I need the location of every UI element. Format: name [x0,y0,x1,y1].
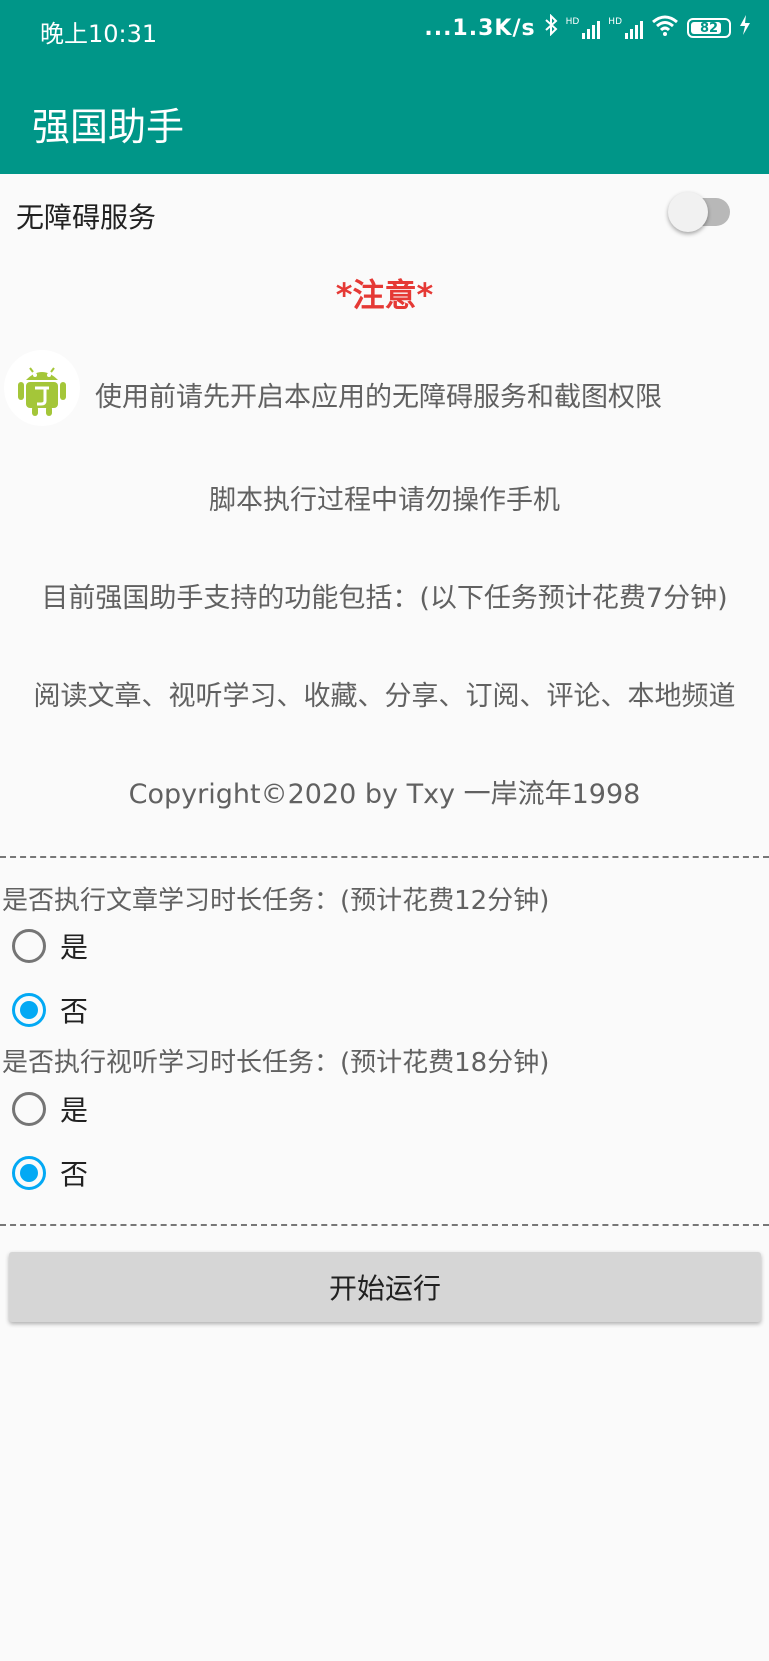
radio-button[interactable] [12,1156,46,1190]
accessibility-service-label: 无障碍服务 [16,201,157,234]
battery-icon: 82 [687,18,731,38]
article-task-question: 是否执行文章学习时长任务：(预计花费12分钟) [2,886,550,916]
start-run-button[interactable]: 开始运行 [9,1252,761,1322]
status-time: 晚上10:31 [40,20,158,48]
charging-icon [739,14,751,42]
notice-line-feature-list: 阅读文章、视听学习、收藏、分享、订阅、评论、本地频道 [33,681,736,712]
status-bar: 晚上10:31 ...1.3K/s HD HD 82 [0,0,769,60]
article-task-option-yes[interactable]: 是 [12,926,88,966]
accessibility-service-switch[interactable] [668,192,730,232]
video-task-question: 是否执行视听学习时长任务：(预计花费18分钟) [2,1048,550,1078]
option-label: 否 [60,995,89,1028]
signal-hd-icon: HD [608,17,643,39]
divider [0,856,769,858]
network-speed: ...1.3K/s [424,15,536,41]
option-label: 是 [60,931,89,964]
radio-button[interactable] [12,1092,46,1126]
app-title: 强国助手 [32,105,185,149]
status-icons: ...1.3K/s HD HD 82 [424,13,751,42]
article-task-option-no[interactable]: 否 [12,990,88,1030]
copyright: Copyright©2020 by Txy 一岸流年1998 [128,779,641,810]
notice-title: *注意* [335,276,434,314]
app-bar: 强国助手 [0,60,769,174]
notice-line-features: 目前强国助手支持的功能包括：(以下任务预计花费7分钟) [41,583,728,614]
bluetooth-icon [544,13,558,42]
radio-button[interactable] [12,929,46,963]
video-task-option-yes[interactable]: 是 [12,1089,88,1129]
radio-button[interactable] [12,993,46,1027]
android-app-icon [4,350,80,426]
video-task-option-no[interactable]: 否 [12,1153,88,1193]
signal-hd-icon: HD [566,17,601,39]
switch-knob [668,192,708,232]
notice-line-permissions: 使用前请先开启本应用的无障碍服务和截图权限 [95,382,662,413]
wifi-icon [651,14,679,42]
option-label: 否 [60,1158,89,1191]
battery-level: 82 [699,20,719,36]
notice-line-no-operate: 脚本执行过程中请勿操作手机 [209,485,560,516]
option-label: 是 [60,1094,89,1127]
accessibility-service-row[interactable]: 无障碍服务 [0,174,769,250]
divider [0,1224,769,1226]
